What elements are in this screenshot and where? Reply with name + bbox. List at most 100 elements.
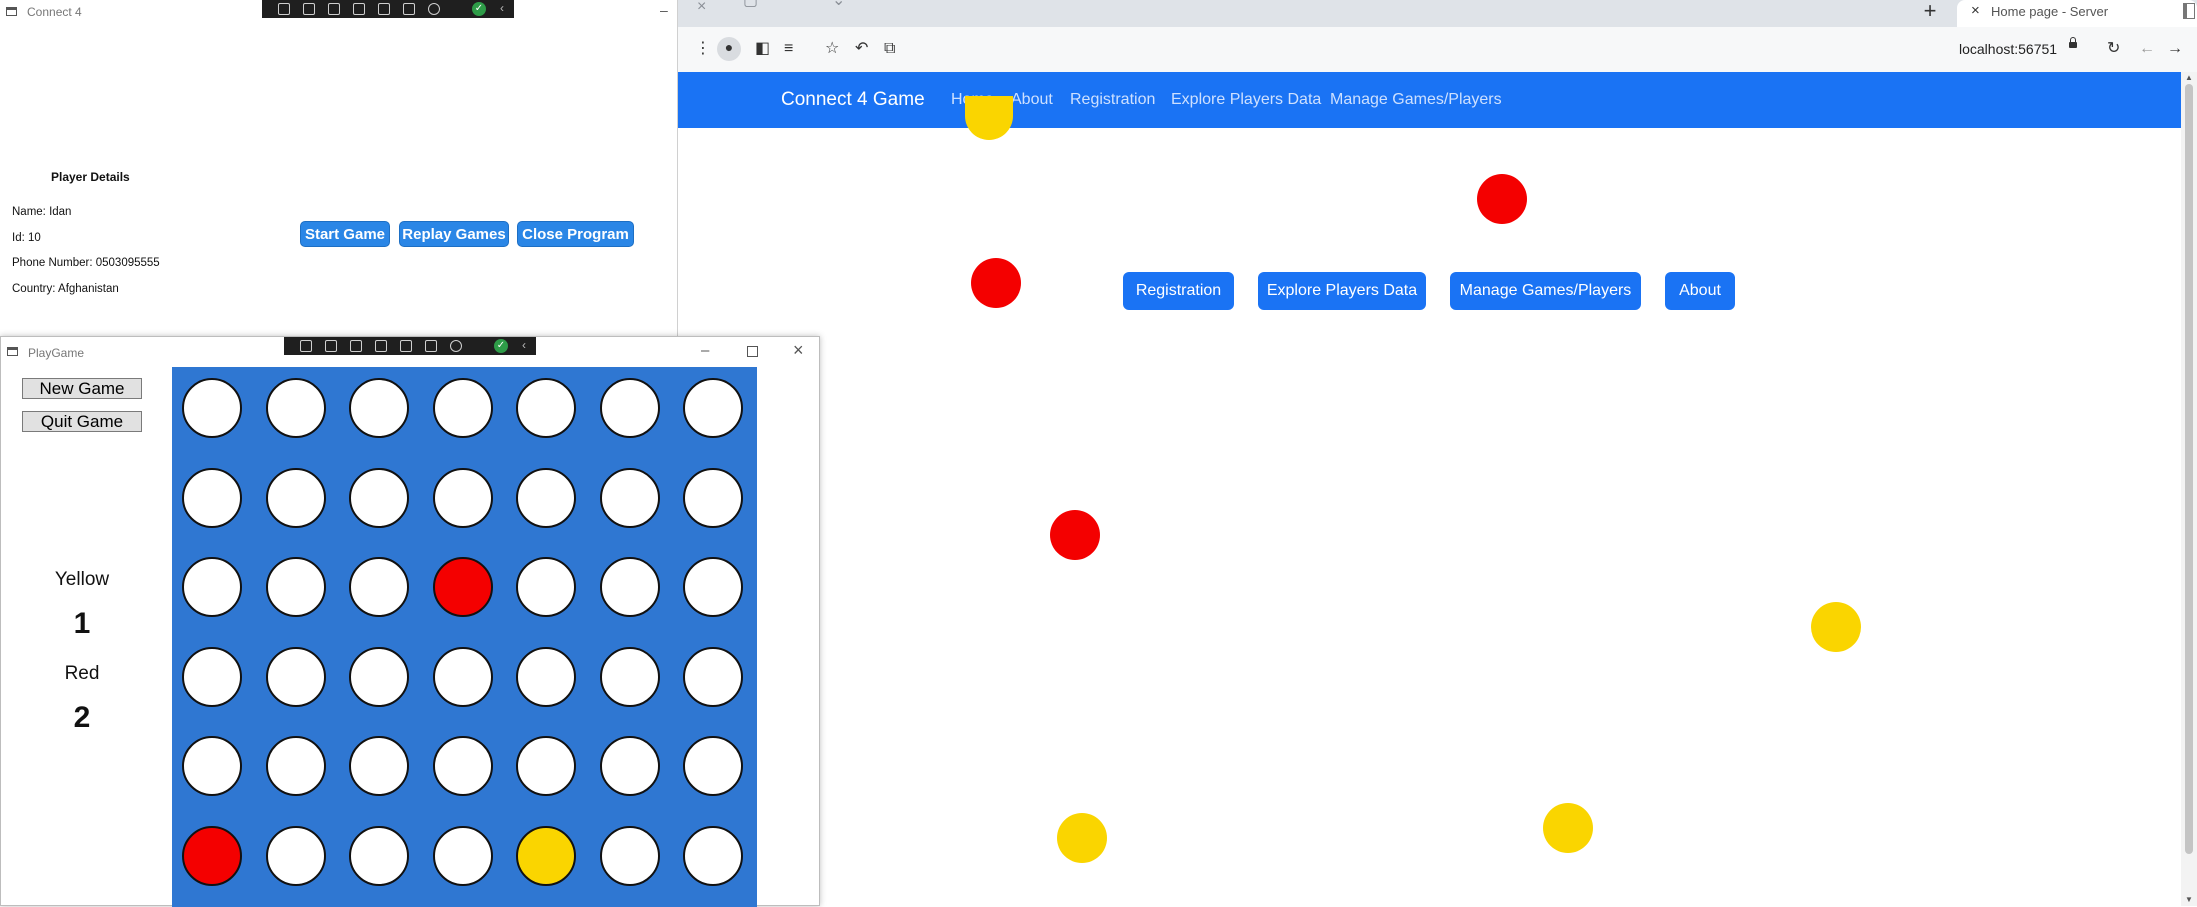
- adorner-icon[interactable]: [375, 340, 387, 352]
- board-cell-r3-c0[interactable]: [182, 646, 242, 707]
- new-game-button[interactable]: New Game: [22, 378, 142, 399]
- board-cell-r2-c2[interactable]: [349, 557, 409, 617]
- star-icon[interactable]: ☆: [825, 39, 839, 59]
- board-cell-r0-c5[interactable]: [599, 378, 660, 438]
- board-cell-r0-c2[interactable]: [349, 378, 409, 438]
- replay-games-button[interactable]: Replay Games: [399, 221, 509, 247]
- board-cell-r3-c2[interactable]: [349, 646, 409, 707]
- board-cell-r2-c1[interactable]: [265, 557, 326, 617]
- maximize-icon[interactable]: [747, 346, 758, 357]
- board-cell-r5-c6[interactable]: [683, 825, 743, 886]
- video-icon[interactable]: [325, 340, 337, 352]
- board-cell-r1-c4[interactable]: [516, 467, 576, 528]
- board-cell-r1-c5[interactable]: [599, 467, 660, 528]
- minus-icon[interactable]: –: [787, 0, 796, 6]
- board-cell-r5-c1[interactable]: [265, 825, 326, 886]
- minimize-icon[interactable]: –: [660, 2, 668, 18]
- forward-icon[interactable]: →: [2167, 39, 2183, 59]
- nav-link-registration[interactable]: Registration: [1070, 91, 1155, 109]
- checkmark-icon[interactable]: ✓: [472, 2, 486, 16]
- adorner-icon[interactable]: [353, 3, 365, 15]
- manage-games-players-button[interactable]: Manage Games/Players: [1450, 272, 1641, 310]
- new-tab-button[interactable]: +: [1917, 0, 1943, 24]
- board-cell-r3-c3[interactable]: [432, 646, 493, 707]
- minimize-icon[interactable]: –: [701, 342, 709, 359]
- board-cell-r5-c3[interactable]: [432, 825, 493, 886]
- board-cell-r1-c2[interactable]: [349, 467, 409, 528]
- board-cell-r2-c6[interactable]: [683, 557, 743, 617]
- scroll-up-icon[interactable]: ▲: [2185, 73, 2193, 82]
- game-board[interactable]: [172, 367, 757, 907]
- profile-icon[interactable]: ●: [717, 37, 741, 61]
- accessibility-icon[interactable]: [450, 340, 462, 352]
- checkmark-icon[interactable]: ✓: [494, 339, 508, 353]
- close-icon[interactable]: ×: [697, 0, 706, 16]
- select-element-icon[interactable]: [278, 3, 290, 15]
- start-game-button[interactable]: Start Game: [300, 221, 390, 247]
- board-cell-r4-c5[interactable]: [599, 736, 660, 796]
- lock-icon[interactable]: [2069, 37, 2077, 48]
- reload-icon[interactable]: ↻: [2107, 39, 2120, 59]
- board-cell-r1-c3[interactable]: [432, 467, 493, 528]
- board-cell-r4-c1[interactable]: [265, 736, 326, 796]
- board-cell-r0-c6[interactable]: [683, 378, 743, 438]
- board-cell-r0-c4[interactable]: [516, 378, 576, 438]
- back-icon[interactable]: ←: [2139, 39, 2155, 59]
- collapse-icon[interactable]: ‹: [500, 1, 504, 15]
- extensions-icon[interactable]: ⧉: [884, 39, 895, 59]
- vertical-scrollbar[interactable]: ▲ ▼: [2181, 72, 2197, 906]
- board-cell-r0-c1[interactable]: [265, 378, 326, 438]
- scrollbar-thumb[interactable]: [2185, 84, 2193, 854]
- site-brand[interactable]: Connect 4 Game: [781, 89, 925, 111]
- cursor-icon[interactable]: [350, 340, 362, 352]
- board-cell-r3-c1[interactable]: [265, 646, 326, 707]
- layout-icon[interactable]: [378, 3, 390, 15]
- hot-reload-icon[interactable]: [403, 3, 415, 15]
- board-cell-r2-c0[interactable]: [182, 557, 242, 617]
- board-cell-r4-c4[interactable]: [516, 736, 576, 796]
- nav-link-manage-games-players[interactable]: Manage Games/Players: [1330, 91, 1502, 109]
- quit-game-button[interactable]: Quit Game: [22, 411, 142, 432]
- board-cell-r4-c6[interactable]: [683, 736, 743, 796]
- registration-button[interactable]: Registration: [1123, 272, 1234, 310]
- square-icon[interactable]: ▢: [743, 0, 758, 10]
- cursor-icon[interactable]: [328, 3, 340, 15]
- sidebar-icon[interactable]: ◧: [755, 39, 770, 59]
- sidebar-toggle-icon[interactable]: [2183, 3, 2195, 19]
- board-cell-r0-c3[interactable]: [432, 378, 493, 438]
- share-icon[interactable]: ↶: [855, 39, 868, 59]
- select-element-icon[interactable]: [300, 340, 312, 352]
- board-cell-r5-c2[interactable]: [349, 825, 409, 886]
- accessibility-icon[interactable]: [428, 3, 440, 15]
- collapse-icon[interactable]: ‹: [522, 338, 526, 352]
- close-program-button[interactable]: Close Program: [517, 221, 634, 247]
- nav-link-about[interactable]: About: [1011, 91, 1053, 109]
- board-cell-r3-c5[interactable]: [599, 646, 660, 707]
- close-icon[interactable]: ×: [793, 340, 804, 361]
- board-cell-r3-c6[interactable]: [683, 646, 743, 707]
- board-cell-r3-c4[interactable]: [516, 646, 576, 707]
- explore-players-data-button[interactable]: Explore Players Data: [1258, 272, 1426, 310]
- board-cell-r2-c5[interactable]: [599, 557, 660, 617]
- address-bar[interactable]: localhost:56751: [1959, 41, 2057, 57]
- board-cell-r4-c0[interactable]: [182, 736, 242, 796]
- reading-list-icon[interactable]: ≡: [784, 39, 793, 59]
- menu-icon[interactable]: ⋮: [695, 39, 711, 59]
- video-icon[interactable]: [303, 3, 315, 15]
- board-cell-r2-c3[interactable]: [432, 557, 493, 617]
- board-cell-r4-c2[interactable]: [349, 736, 409, 796]
- board-cell-r5-c4[interactable]: [516, 825, 576, 886]
- board-cell-r1-c0[interactable]: [182, 467, 242, 528]
- nav-link-explore-players-data[interactable]: Explore Players Data: [1171, 91, 1321, 109]
- hot-reload-icon[interactable]: [425, 340, 437, 352]
- chevron-down-icon[interactable]: ⌄: [832, 0, 845, 10]
- layout-icon[interactable]: [400, 340, 412, 352]
- scroll-down-icon[interactable]: ▼: [2185, 895, 2193, 904]
- board-cell-r2-c4[interactable]: [516, 557, 576, 617]
- board-cell-r5-c0[interactable]: [182, 825, 242, 886]
- browser-tab-active[interactable]: × Home page - Server: [1957, 0, 2197, 27]
- board-cell-r0-c0[interactable]: [182, 378, 242, 438]
- about-button[interactable]: About: [1665, 272, 1735, 310]
- board-cell-r1-c6[interactable]: [683, 467, 743, 528]
- tab-close-icon[interactable]: ×: [1971, 2, 1980, 19]
